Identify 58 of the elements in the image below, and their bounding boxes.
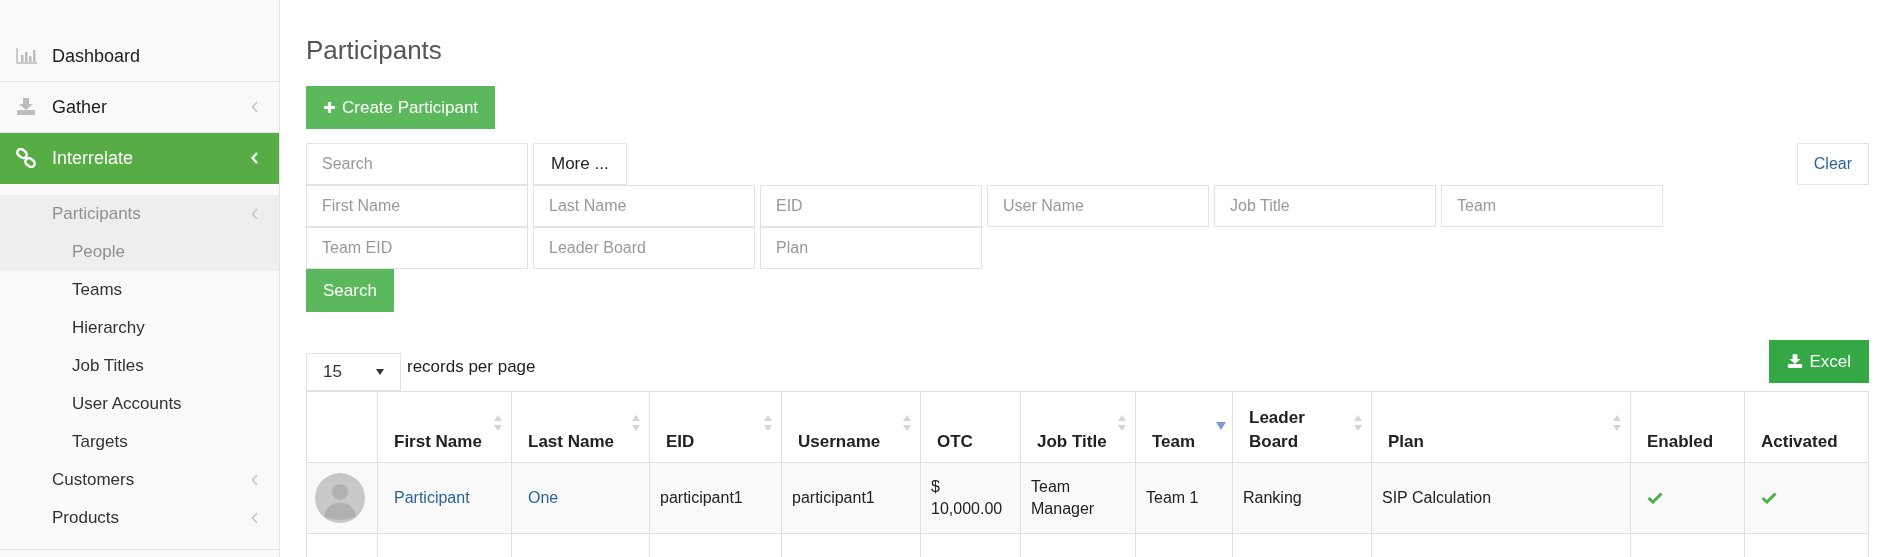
- page-size-select[interactable]: 15: [306, 353, 401, 391]
- download-icon: [1787, 354, 1804, 369]
- link-icon: [16, 148, 36, 168]
- sort-icon[interactable]: [902, 414, 912, 432]
- column-header[interactable]: EID: [649, 391, 782, 463]
- sort-icon[interactable]: [1117, 414, 1127, 432]
- sort-icon[interactable]: [1612, 414, 1622, 432]
- filter-field[interactable]: Plan: [760, 227, 982, 269]
- more-button[interactable]: More ...: [533, 143, 627, 185]
- column-header[interactable]: Last Name: [511, 391, 650, 463]
- column-header[interactable]: Plan: [1371, 391, 1631, 463]
- page-title: Participants: [306, 34, 443, 67]
- table-cell: participant1: [649, 462, 782, 534]
- column-header[interactable]: First Name: [377, 391, 512, 463]
- column-header[interactable]: Leader Board: [1232, 391, 1372, 463]
- sidebar-subitem[interactable]: Hierarchy: [0, 309, 279, 347]
- records-label: records per page: [407, 355, 536, 378]
- filter-field[interactable]: Team: [1441, 185, 1663, 227]
- column-header[interactable]: Username: [781, 391, 921, 463]
- sort-icon[interactable]: [493, 414, 503, 432]
- filter-field[interactable]: Job Title: [1214, 185, 1436, 227]
- sidebar-subitem[interactable]: Job Titles: [0, 347, 279, 385]
- table-cell: Team Manager: [1020, 462, 1136, 534]
- column-header[interactable]: Job Title: [1020, 391, 1136, 463]
- table-cell: SIP Calculation: [1371, 462, 1631, 534]
- filter-field[interactable]: User Name: [987, 185, 1209, 227]
- column-header[interactable]: Team: [1135, 391, 1233, 463]
- name-link[interactable]: One: [511, 462, 650, 534]
- clear-button[interactable]: Clear: [1796, 143, 1869, 185]
- table-cell: Ranking: [1232, 462, 1372, 534]
- sidebar-subitem[interactable]: Targets: [0, 423, 279, 461]
- sort-icon[interactable]: [763, 414, 773, 432]
- sidebar-subitem[interactable]: User Accounts: [0, 385, 279, 423]
- avatar-icon: [315, 473, 365, 523]
- table-cell: $ 10,000.00: [920, 462, 1021, 534]
- caret-icon: [376, 369, 384, 375]
- sort-descending-icon[interactable]: [1216, 422, 1226, 430]
- column-header: OTC: [920, 391, 1021, 463]
- filter-field[interactable]: Last Name: [533, 185, 755, 227]
- sidebar-item[interactable]: Dashboard: [0, 31, 279, 82]
- column-header: Activated: [1744, 391, 1869, 463]
- download-icon: [16, 98, 36, 116]
- column-header: Enabled: [1630, 391, 1745, 463]
- filter-field[interactable]: First Name: [306, 185, 528, 227]
- table-cell: Team 1: [1135, 462, 1233, 534]
- filter-field[interactable]: Team EID: [306, 227, 528, 269]
- bar-chart-icon: [16, 48, 38, 64]
- sidebar-subitem[interactable]: Customers: [0, 461, 279, 499]
- sort-icon[interactable]: [1353, 414, 1363, 432]
- table-cell: participant1: [781, 462, 921, 534]
- sort-icon[interactable]: [631, 414, 641, 432]
- sidebar-subitem[interactable]: Products: [0, 499, 279, 537]
- search-field[interactable]: Search: [306, 143, 528, 185]
- filter-field[interactable]: Leader Board: [533, 227, 755, 269]
- sidebar-subitem[interactable]: Teams: [0, 271, 279, 309]
- name-link[interactable]: Participant: [377, 462, 512, 534]
- plus-icon: [323, 101, 336, 114]
- filter-field[interactable]: EID: [760, 185, 982, 227]
